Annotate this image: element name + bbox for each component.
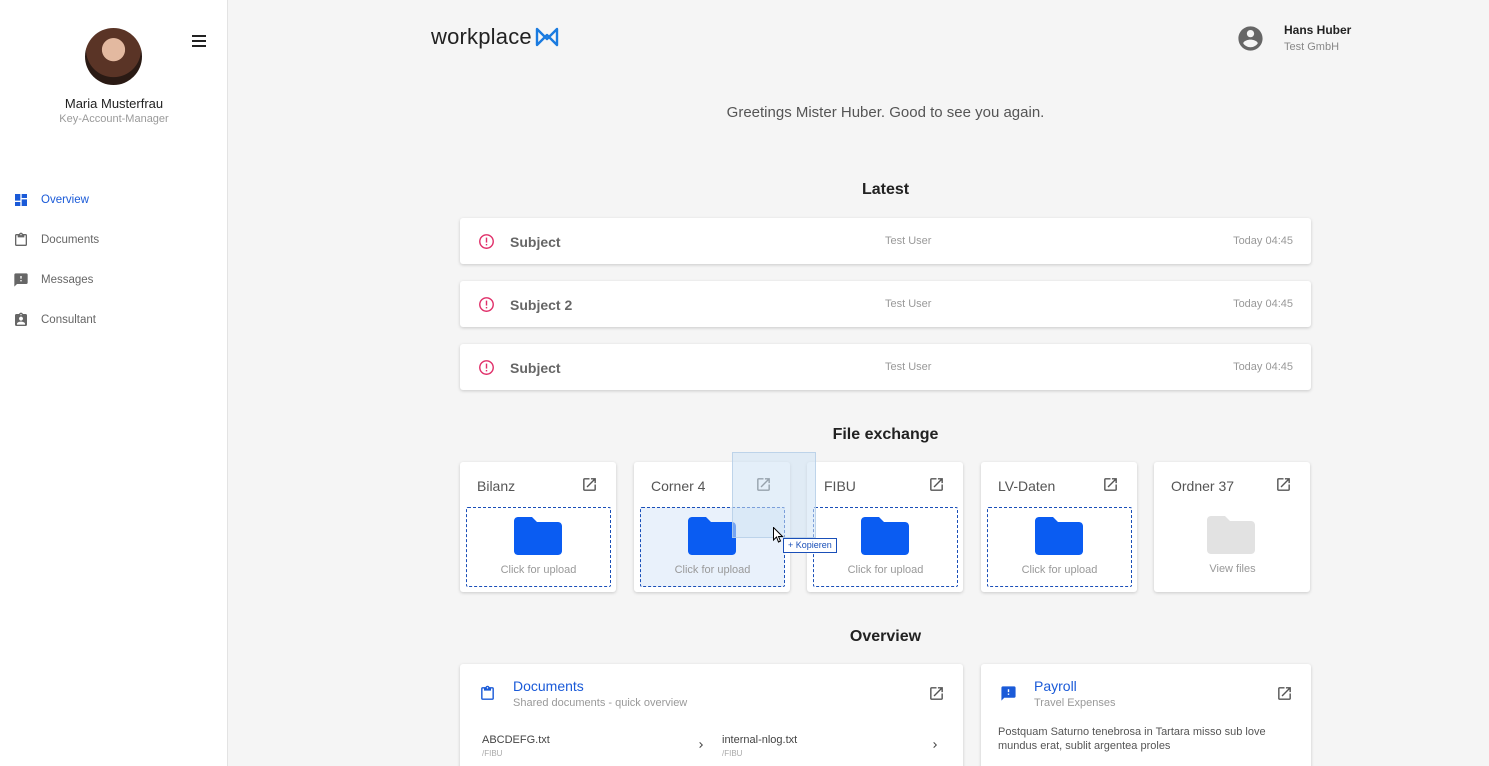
folder-icon xyxy=(861,517,909,555)
info-alert-icon xyxy=(479,297,494,312)
sidebar-item-overview[interactable]: Overview xyxy=(0,180,227,220)
chevron-right-icon xyxy=(699,742,703,748)
greeting-text: Greetings Mister Huber. Good to see you … xyxy=(726,104,1045,121)
message-alert-icon xyxy=(1001,686,1016,701)
chevron-right-icon xyxy=(933,742,937,748)
logo-mark-icon xyxy=(535,27,559,47)
folder-name: FIBU xyxy=(824,478,856,494)
sidebar-item-label: Documents xyxy=(41,234,100,246)
folder-name: Bilanz xyxy=(477,478,516,494)
payroll-card-text: Postquam Saturno tenebrosa in Tartara mi… xyxy=(998,726,1266,752)
account-circle-icon[interactable] xyxy=(1236,24,1265,53)
latest-item[interactable]: Subject Test User Today 04:45 xyxy=(460,218,1311,264)
folder-icon xyxy=(1035,517,1083,555)
dashboard-icon xyxy=(13,192,29,208)
overview-title: Overview xyxy=(849,628,922,645)
upload-dropzone[interactable]: Click for upload xyxy=(466,507,611,587)
file-exchange-title: File exchange xyxy=(832,426,939,443)
file-name: ABCDEFG.txt xyxy=(482,734,550,746)
clipboard-icon xyxy=(481,685,494,700)
drag-copy-tooltip: + Kopieren xyxy=(783,538,837,553)
folder-name: Ordner 37 xyxy=(1171,478,1235,494)
latest-user: Test User xyxy=(885,235,932,247)
open-external-icon[interactable] xyxy=(1102,476,1119,493)
documents-card: Documents Shared documents - quick overv… xyxy=(460,664,963,766)
sidebar: Maria Musterfrau Key-Account-Manager Ove… xyxy=(0,0,228,766)
latest-user: Test User xyxy=(885,298,932,310)
upload-label: Click for upload xyxy=(500,564,577,576)
upload-dropzone[interactable]: Click for upload xyxy=(987,507,1132,587)
workplace-logo[interactable]: workplace xyxy=(431,24,559,50)
open-external-icon[interactable] xyxy=(928,685,945,702)
folder-card-fibu: FIBU Click for upload xyxy=(807,462,963,592)
folder-icon xyxy=(688,517,736,555)
folder-card-ordner-37: Ordner 37 View files xyxy=(1154,462,1310,592)
documents-card-title[interactable]: Documents xyxy=(513,678,584,694)
info-alert-icon xyxy=(479,360,494,375)
file-path: /FIBU xyxy=(482,749,503,758)
clipboard-icon xyxy=(13,232,29,248)
sidebar-item-label: Overview xyxy=(41,194,89,206)
sidebar-item-messages[interactable]: Messages xyxy=(0,260,227,300)
sidebar-item-label: Consultant xyxy=(41,314,96,326)
folder-disabled-icon xyxy=(1207,516,1255,554)
drag-ghost-preview xyxy=(732,452,816,538)
latest-time: Today 04:45 xyxy=(1233,298,1293,310)
folder-name: Corner 4 xyxy=(651,478,706,494)
document-file-item[interactable]: ABCDEFG.txt /FIBU xyxy=(482,734,707,762)
file-name: internal-nlog.txt xyxy=(722,734,798,746)
latest-title: Latest xyxy=(861,181,910,198)
file-path: /FIBU xyxy=(722,749,743,758)
sidebar-item-documents[interactable]: Documents xyxy=(0,220,227,260)
open-external-icon[interactable] xyxy=(928,476,945,493)
header-user-company: Test GmbH xyxy=(1284,41,1340,53)
view-files-label: View files xyxy=(1209,563,1256,575)
folder-name: LV-Daten xyxy=(998,478,1056,494)
latest-item[interactable]: Subject Test User Today 04:45 xyxy=(460,344,1311,390)
latest-subject: Subject xyxy=(510,234,561,250)
sidebar-item-consultant[interactable]: Consultant xyxy=(0,300,227,340)
payroll-card: Payroll Travel Expenses Postquam Saturno… xyxy=(981,664,1311,766)
info-alert-icon xyxy=(479,234,494,249)
latest-item[interactable]: Subject 2 Test User Today 04:45 xyxy=(460,281,1311,327)
latest-subject: Subject 2 xyxy=(510,297,573,313)
view-files-area[interactable]: View files xyxy=(1160,507,1305,587)
logo-text: workplace xyxy=(431,24,532,49)
latest-time: Today 04:45 xyxy=(1233,235,1293,247)
upload-label: Click for upload xyxy=(1021,564,1098,576)
contact-badge-icon xyxy=(13,312,29,328)
payroll-card-subtitle: Travel Expenses xyxy=(1034,697,1116,709)
open-external-icon[interactable] xyxy=(581,476,598,493)
drag-copy-label: Kopieren xyxy=(795,540,832,550)
folder-card-lv-daten: LV-Daten Click for upload xyxy=(981,462,1137,592)
upload-label: Click for upload xyxy=(847,564,924,576)
sidebar-nav: Overview Documents Messages Consultant xyxy=(0,180,227,340)
document-file-item[interactable]: internal-nlog.txt /FIBU xyxy=(722,734,941,762)
latest-subject: Subject xyxy=(510,360,561,376)
sidebar-item-label: Messages xyxy=(41,274,94,286)
upload-label: Click for upload xyxy=(674,564,751,576)
message-alert-icon xyxy=(13,272,29,288)
payroll-card-title[interactable]: Payroll xyxy=(1034,678,1077,694)
hamburger-menu-icon[interactable] xyxy=(190,32,208,48)
folder-card-bilanz: Bilanz Click for upload xyxy=(460,462,616,592)
latest-user: Test User xyxy=(885,361,932,373)
folder-icon xyxy=(514,517,562,555)
latest-time: Today 04:45 xyxy=(1233,361,1293,373)
sidebar-user-name: Maria Musterfrau xyxy=(64,96,164,111)
documents-card-subtitle: Shared documents - quick overview xyxy=(513,697,688,709)
sidebar-user-role: Key-Account-Manager xyxy=(59,113,169,125)
open-external-icon[interactable] xyxy=(1276,685,1293,702)
header-user-name: Hans Huber xyxy=(1284,23,1352,37)
user-avatar[interactable] xyxy=(85,28,142,85)
open-external-icon[interactable] xyxy=(1275,476,1292,493)
plus-icon: + xyxy=(788,540,794,550)
